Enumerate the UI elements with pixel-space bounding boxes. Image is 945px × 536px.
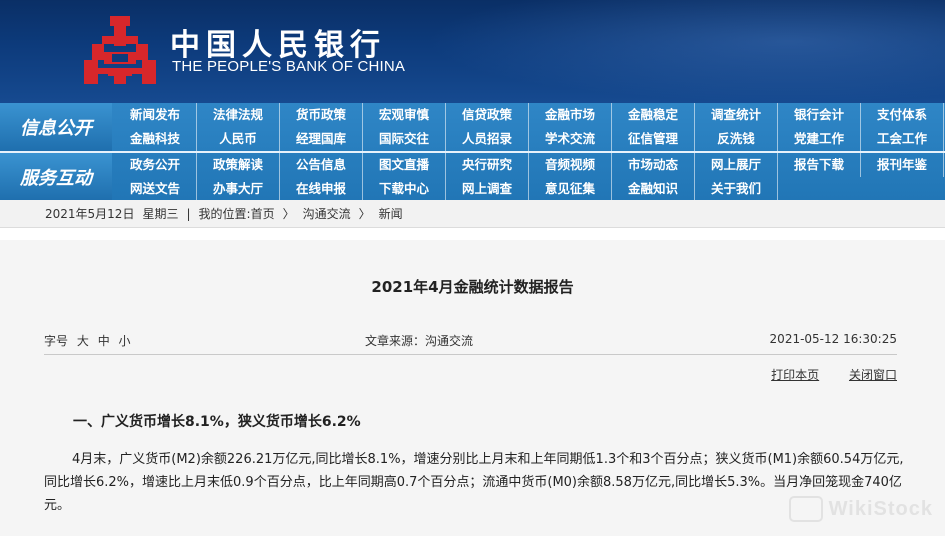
nav-item[interactable]: 网送文告 [114,176,197,200]
nav-item[interactable]: 网上展厅 [695,153,778,177]
breadcrumb-level1-link[interactable]: 沟通交流 [303,205,351,222]
article-source: 文章来源：沟通交流 [365,334,474,348]
watermark: WikiStock [788,496,933,522]
nav-item[interactable]: 货币政策 [280,103,363,127]
breadcrumb-home-link[interactable]: 首页 [251,205,275,222]
nav-item[interactable]: 音频视频 [529,153,612,177]
close-window-link[interactable]: 关闭窗口 [849,368,897,382]
nav-item[interactable]: 关于我们 [695,176,778,200]
nav-grid-info: 新闻发布 法律法规 货币政策 宏观审慎 信贷政策 金融市场 金融稳定 调查统计 … [114,103,945,151]
nav-item[interactable]: 意见征集 [529,176,612,200]
bank-name-en: THE PEOPLE'S BANK OF CHINA [172,58,406,75]
font-size-large-link[interactable]: 大 [77,334,89,348]
article-paragraph: 4月末，广义货币(M2)余额226.21万亿元,同比增长8.1%，增速分别比上月… [44,452,904,513]
pboc-logo-icon[interactable] [84,16,156,84]
nav-item[interactable]: 公告信息 [280,153,363,177]
nav-item[interactable]: 法律法规 [197,103,280,127]
nav-item[interactable]: 工会工作 [861,127,944,151]
nav-item-empty [861,177,944,201]
current-date: 2021年5月12日 [45,207,135,221]
main-navigation: 信息公开 新闻发布 法律法规 货币政策 宏观审慎 信贷政策 金融市场 金融稳定 … [0,103,945,200]
site-header: 中国人民银行 THE PEOPLE'S BANK OF CHINA [0,0,945,103]
header-glow [425,0,945,103]
nav-item[interactable]: 金融知识 [612,176,695,200]
nav-item[interactable]: 报告下载 [778,153,861,177]
meta-divider [44,354,897,355]
breadcrumb-divider: | [186,206,191,221]
nav-item[interactable]: 网上调查 [446,176,529,200]
breadcrumb-separator: 〉 [358,207,371,221]
location-label: 我的位置: [198,207,251,221]
nav-item[interactable]: 征信管理 [612,127,695,151]
nav-item[interactable]: 办事大厅 [197,176,280,200]
nav-item[interactable]: 下载中心 [363,176,446,200]
nav-item[interactable]: 政务公开 [114,153,197,177]
breadcrumb-separator: 〉 [282,207,295,221]
article-meta: 字号 大 中 小 文章来源：沟通交流 2021-05-12 16:30:25 [44,332,897,348]
nav-section-info-public[interactable]: 信息公开 [0,103,112,151]
nav-item[interactable]: 宏观审慎 [363,103,446,127]
nav-item[interactable]: 人员招录 [446,127,529,151]
nav-item[interactable]: 支付体系 [861,103,944,127]
nav-item[interactable]: 人民币 [197,127,280,151]
nav-item[interactable]: 金融科技 [114,127,197,151]
nav-item[interactable]: 图文直播 [363,153,446,177]
article-title: 2021年4月金融统计数据报告 [371,278,574,296]
breadcrumb-level2-link[interactable]: 新闻 [379,205,403,222]
nav-item[interactable]: 在线申报 [280,176,363,200]
nav-item[interactable]: 新闻发布 [114,103,197,127]
article-datetime: 2021-05-12 16:30:25 [769,332,897,346]
nav-item-empty [778,177,861,201]
nav-item[interactable]: 信贷政策 [446,103,529,127]
font-size-controls: 字号 大 中 小 [44,332,131,349]
nav-item[interactable]: 银行会计 [778,103,861,127]
nav-item[interactable]: 反洗钱 [695,127,778,151]
nav-item[interactable]: 报刊年鉴 [861,153,944,177]
nav-grid-service: 政务公开 政策解读 公告信息 图文直播 央行研究 音频视频 市场动态 网上展厅 … [114,153,945,200]
nav-item[interactable]: 国际交往 [363,127,446,151]
font-size-label: 字号 [44,334,69,348]
nav-item[interactable]: 市场动态 [612,153,695,177]
breadcrumb: 2021年5月12日 星期三 | 我的位置: 首页 〉 沟通交流 〉 新闻 [0,200,945,228]
nav-item[interactable]: 党建工作 [778,127,861,151]
watermark-logo-icon [788,496,823,522]
nav-item[interactable]: 央行研究 [446,153,529,177]
article-container: 2021年4月金融统计数据报告 字号 大 中 小 文章来源：沟通交流 2021-… [0,240,945,536]
nav-item[interactable]: 经理国库 [280,127,363,151]
print-page-link[interactable]: 打印本页 [771,368,819,382]
nav-item[interactable]: 调查统计 [695,103,778,127]
nav-item[interactable]: 学术交流 [529,127,612,151]
nav-item[interactable]: 金融市场 [529,103,612,127]
article-tools: 打印本页 关闭窗口 [745,366,897,383]
font-size-medium-link[interactable]: 中 [98,334,110,348]
nav-item[interactable]: 政策解读 [197,153,280,177]
watermark-text: WikiStock [828,497,933,520]
nav-section-service[interactable]: 服务互动 [0,153,112,200]
current-weekday: 星期三 [142,207,179,221]
font-size-small-link[interactable]: 小 [119,334,131,348]
section-heading: 一、广义货币增长8.1%，狭义货币增长6.2% [73,414,361,430]
nav-item[interactable]: 金融稳定 [612,103,695,127]
